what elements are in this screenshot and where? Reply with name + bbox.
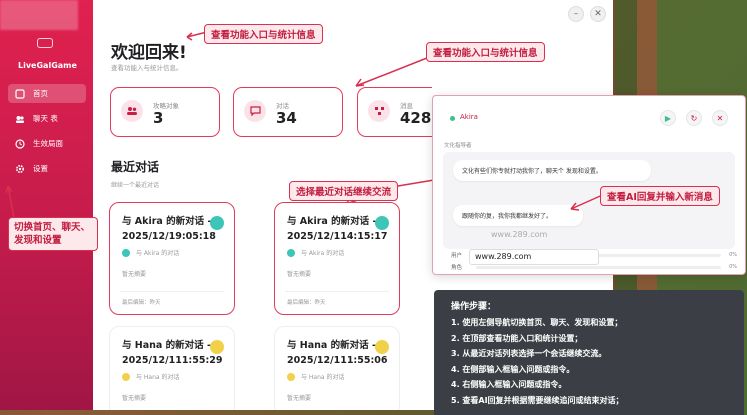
- sidebar-item-discover[interactable]: 生效局面: [8, 134, 86, 153]
- conversation-character: 与 Hana 的对话: [301, 374, 345, 381]
- conversation-color-dot: [375, 216, 389, 230]
- steps-panel: 操作步骤： 1. 使用左侧导航切换首页、聊天、发现和设置； 2. 在顶部查看功能…: [434, 290, 744, 415]
- recent-subtitle: 继续一个最近对话: [111, 182, 160, 189]
- message-bubble: 文化有些们你专就打动我你了，聊天个 发现和设置。: [453, 160, 651, 181]
- play-icon: ▶: [664, 113, 672, 123]
- conversation-who: 与 Akira 的对话: [122, 248, 179, 257]
- conversation-character: 与 Akira 的对话: [136, 250, 180, 257]
- progress-label: 用户: [451, 253, 463, 259]
- sidebar-item-home[interactable]: 首页: [8, 84, 86, 103]
- sidebar-item-chat[interactable]: 聊天 表: [8, 109, 86, 128]
- conversation-title: 与 Akira 的新对话 - 2025/12/19:05:18: [122, 216, 216, 242]
- sidebar-item-label: 生效局面: [33, 139, 63, 148]
- close-icon: ✕: [716, 113, 724, 123]
- step-item: 4. 右侧输入框输入问题或指令。: [451, 380, 567, 389]
- step-item: 3. 从最近对话列表选择一个会话继续交流。: [451, 349, 607, 358]
- progress-bar: [476, 265, 722, 269]
- conversation-who: 与 Hana 的对话: [122, 372, 179, 381]
- avatar-dot: [287, 248, 295, 257]
- stat-card-conversations[interactable]: 对话 34: [233, 87, 343, 137]
- refresh-icon: ↻: [690, 113, 698, 123]
- conversation-summary: 暂无摘要: [122, 395, 147, 402]
- chat-character-name: Akira: [460, 113, 478, 121]
- conversation-character: 与 Akira 的对话: [301, 250, 345, 257]
- annotation-arrow: [5, 185, 15, 219]
- avatar-dot: [122, 248, 130, 257]
- avatar-dot: [122, 372, 130, 381]
- divider: [120, 291, 224, 292]
- steps-title: 操作步骤：: [451, 302, 497, 312]
- clock-icon: [15, 138, 25, 149]
- online-status-dot: [450, 116, 455, 121]
- annotation-chat: 查看AI回复并输入新消息: [600, 186, 720, 206]
- step-item: 4. 在侧部输入框输入问题或指令。: [451, 364, 575, 374]
- minimize-icon: –: [573, 9, 579, 19]
- minimize-button[interactable]: –: [568, 6, 584, 22]
- avatar: [0, 0, 78, 30]
- step-item: 1. 使用左侧导航切换首页、聊天、发现和设置；: [451, 318, 623, 327]
- conversation-summary: 暂无摘要: [287, 271, 312, 278]
- conversation-character: 与 Hana 的对话: [136, 374, 180, 381]
- watermark: www.289.com: [491, 230, 548, 239]
- stat-card-messages[interactable]: 消息 428: [357, 87, 432, 137]
- close-icon: ✕: [594, 9, 602, 19]
- conversation-summary: 暂无摘要: [287, 395, 312, 402]
- conversation-who: 与 Akira 的对话: [287, 248, 344, 257]
- message-input[interactable]: www.289.com: [469, 249, 599, 265]
- users-icon: [121, 100, 143, 122]
- sidebar-item-label: 聊天 表: [33, 114, 58, 123]
- message-icon: [244, 100, 266, 122]
- annotation-top: 查看功能入口与统计信息: [204, 24, 323, 44]
- recent-title: 最近对话: [111, 160, 160, 174]
- conversation-title: 与 Hana 的新对话 - 2025/12/111:55:06: [287, 340, 388, 366]
- logo-icon: [37, 38, 53, 48]
- conversation-last-edit: 最后编辑：昨天: [287, 300, 326, 306]
- conversation-last-edit: 最后编辑：昨天: [122, 300, 161, 306]
- step-item: 2. 在顶部查看功能入口和统计设置；: [451, 333, 583, 343]
- conversation-color-dot: [375, 340, 389, 354]
- close-chat-button[interactable]: ✕: [712, 110, 728, 126]
- sidebar-item-label: 首页: [33, 89, 48, 98]
- page-title: 欢迎回来!: [111, 43, 187, 63]
- chat-icon: [15, 114, 25, 124]
- steps-list: 1. 使用左侧导航切换首页、聊天、发现和设置； 2. 在顶部查看功能入口和统计设…: [451, 315, 624, 408]
- conversation-title: 与 Hana 的新对话 - 2025/12/111:55:29: [122, 340, 223, 366]
- annotation-sidebar: 切换首页、聊天、发现和设置: [8, 217, 98, 251]
- system-label: 文化指导者: [444, 143, 472, 149]
- play-button[interactable]: ▶: [660, 110, 676, 126]
- conversation-card[interactable]: 与 Akira 的新对话 - 2025/12/19:05:18 与 Akira …: [109, 202, 235, 315]
- home-icon: [15, 88, 25, 99]
- nodes-icon: [368, 100, 390, 122]
- progress-percent: 0%: [729, 252, 737, 258]
- sidebar-item-settings[interactable]: 设置: [8, 159, 86, 178]
- avatar-dot: [287, 372, 295, 381]
- annotation-right: 查看功能入口与统计信息: [426, 42, 545, 62]
- stat-value: 34: [276, 109, 297, 127]
- progress-label: 角色: [451, 265, 463, 271]
- step-item: 5. 查看AI回复并根据需要继续追问或结束对话；: [451, 395, 624, 405]
- divider: [285, 291, 389, 292]
- conversation-title: 与 Akira 的新对话 - 2025/12/114:15:17: [287, 216, 388, 242]
- conversation-who: 与 Hana 的对话: [287, 372, 344, 381]
- sidebar-item-label: 设置: [33, 164, 48, 173]
- gear-icon: [15, 164, 25, 174]
- conversation-summary: 暂无摘要: [122, 271, 147, 278]
- progress-percent: 0%: [729, 264, 737, 270]
- stat-value: 3: [153, 109, 164, 127]
- annotation-arrow: [355, 55, 433, 87]
- conversation-card[interactable]: 与 Akira 的新对话 - 2025/12/114:15:17 与 Akira…: [274, 202, 400, 315]
- page-subtitle: 查看功能入与统计信息。: [111, 64, 183, 72]
- conversation-color-dot: [210, 216, 224, 230]
- conversation-color-dot: [210, 340, 224, 354]
- stat-value: 428: [400, 109, 432, 127]
- annotation-recent: 选择最近对话继续交流: [289, 181, 399, 201]
- conversation-card[interactable]: 与 Hana 的新对话 - 2025/12/111:55:29 与 Hana 的…: [109, 326, 235, 410]
- app-name: LiveGalGame: [18, 61, 77, 70]
- refresh-button[interactable]: ↻: [686, 110, 702, 126]
- message-bubble: 跟随你的复，我你我都继发好了。: [453, 205, 583, 226]
- close-button[interactable]: ✕: [590, 6, 606, 22]
- conversation-card[interactable]: 与 Hana 的新对话 - 2025/12/111:55:06 与 Hana 的…: [274, 326, 400, 410]
- stat-card-targets[interactable]: 攻略对象 3: [110, 87, 220, 137]
